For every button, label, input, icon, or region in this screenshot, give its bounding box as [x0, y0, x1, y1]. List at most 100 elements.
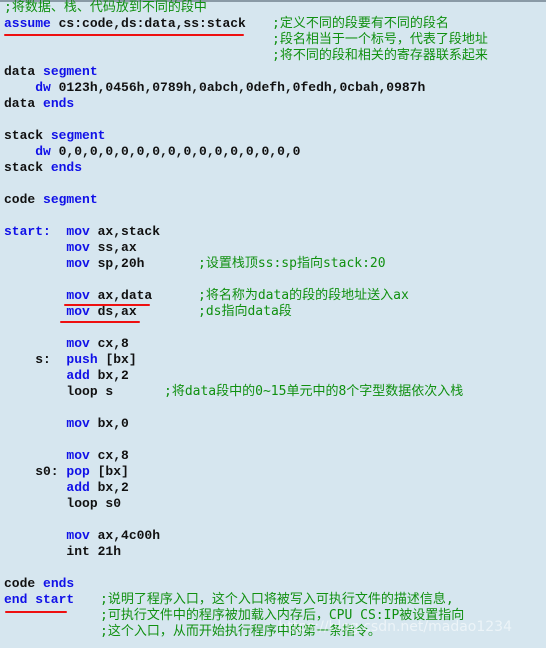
code-keyword: end start	[4, 592, 75, 607]
code-text: [bx]	[97, 352, 137, 367]
code-text: cx,8	[89, 336, 129, 351]
code-text: code	[4, 576, 44, 591]
code-keyword: add	[66, 480, 90, 495]
code-line: dw 0,0,0,0,0,0,0,0,0,0,0,0,0,0,0,0	[4, 144, 300, 160]
code-keyword: ends	[43, 96, 75, 111]
code-line: int 21h	[4, 544, 121, 560]
code-comment: ;将不同的段和相关的寄存器联系起来	[272, 48, 488, 63]
code-line: mov cx,8	[4, 336, 129, 352]
red-underline-mov-ax-data	[64, 304, 150, 306]
code-keyword: mov	[66, 304, 90, 319]
code-text: bx,0	[89, 416, 129, 431]
code-keyword: mov	[66, 256, 90, 271]
code-comment: ;段名相当于一个标号，代表了段地址	[272, 32, 488, 47]
code-line: mov cx,8	[4, 448, 129, 464]
code-keyword: mov	[66, 416, 90, 431]
watermark: https://blog.csdn.net/madao1234	[278, 619, 512, 635]
code-text: s0:	[4, 464, 67, 479]
code-line: end start	[4, 592, 74, 608]
code-line: assume cs:code,ds:data,ss:stack	[4, 16, 246, 32]
code-text: code	[4, 192, 44, 207]
code-line: start: mov ax,stack	[4, 224, 160, 240]
code-comment: ;定义不同的段要有不同的段名	[272, 16, 449, 31]
code-text: int 21h	[4, 544, 122, 559]
code-keyword: dw	[35, 144, 51, 159]
code-keyword: ends	[50, 160, 83, 175]
code-keyword: mov	[66, 224, 90, 239]
code-text: bx,2	[89, 368, 129, 383]
code-line: mov ds,ax	[4, 304, 137, 320]
code-line: stack segment	[4, 128, 105, 144]
code-keyword: mov	[66, 448, 90, 463]
code-text: stack	[4, 160, 51, 175]
code-line: mov ss,ax	[4, 240, 137, 256]
code-comment: ;将data段中的0~15单元中的8个字型数据依次入栈	[164, 384, 464, 399]
code-keyword: segment	[43, 64, 98, 79]
code-text: cs:code,ds:data,ss:stack	[50, 16, 246, 31]
code-text: loop s	[4, 384, 114, 399]
code-line: mov ax,data	[4, 288, 152, 304]
code-keyword: dw	[35, 80, 51, 95]
code-comment: ;将名称为data的段的段地址送入ax	[198, 288, 409, 303]
code-line: add bx,2	[4, 368, 129, 384]
code-text: data	[4, 64, 44, 79]
code-keyword: mov	[66, 240, 90, 255]
code-comment: ;说明了程序入口，这个入口将被写入可执行文件的描述信息,	[100, 592, 454, 607]
code-keyword: segment	[50, 128, 106, 143]
code-line: s: push [bx]	[4, 352, 137, 368]
code-text: 0123h,0456h,0789h,0abch,0defh,0fedh,0cba…	[50, 80, 426, 95]
code-line: data ends	[4, 96, 74, 112]
code-text: s:	[4, 352, 67, 367]
code-text: ax,data	[89, 288, 153, 303]
code-line: data segment	[4, 64, 98, 80]
code-text: sp,20h	[89, 256, 145, 271]
code-text: [bx]	[89, 464, 129, 479]
code-keyword: pop	[66, 464, 90, 479]
code-keyword: mov	[66, 336, 90, 351]
code-text: ax,4c00h	[89, 528, 161, 543]
code-text: stack	[4, 128, 51, 143]
code-line: code segment	[4, 192, 98, 208]
code-comment: ;设置栈顶ss:sp指向stack:20	[198, 256, 386, 271]
code-keyword: start:	[4, 224, 51, 239]
code-text: loop s0	[4, 496, 122, 511]
code-text: ds,ax	[89, 304, 137, 319]
code-line: loop s0	[4, 496, 121, 512]
code-text: 0,0,0,0,0,0,0,0,0,0,0,0,0,0,0,0	[50, 144, 301, 159]
code-keyword: add	[66, 368, 90, 383]
red-underline-assume	[4, 34, 244, 36]
code-line: mov sp,20h	[4, 256, 144, 272]
code-text: ax,stack	[89, 224, 161, 239]
code-line: add bx,2	[4, 480, 129, 496]
red-underline-mov-ds-ax	[60, 321, 140, 323]
code-line: dw 0123h,0456h,0789h,0abch,0defh,0fedh,0…	[4, 80, 425, 96]
code-text: cx,8	[89, 448, 129, 463]
code-keyword: mov	[66, 528, 90, 543]
code-line: mov bx,0	[4, 416, 129, 432]
code-line: s0: pop [bx]	[4, 464, 129, 480]
code-text: data	[4, 96, 44, 111]
code-keyword: segment	[43, 192, 98, 207]
code-keyword: assume	[4, 16, 51, 31]
code-line: loop s	[4, 384, 113, 400]
code-line: mov ax,4c00h	[4, 528, 160, 544]
code-comment: ;ds指向data段	[198, 304, 292, 319]
code-text: bx,2	[89, 480, 129, 495]
code-keyword: ends	[43, 576, 75, 591]
code-text: ss,ax	[89, 240, 137, 255]
code-line: stack ends	[4, 160, 82, 176]
code-line: code ends	[4, 576, 74, 592]
code-keyword: push	[66, 352, 98, 367]
